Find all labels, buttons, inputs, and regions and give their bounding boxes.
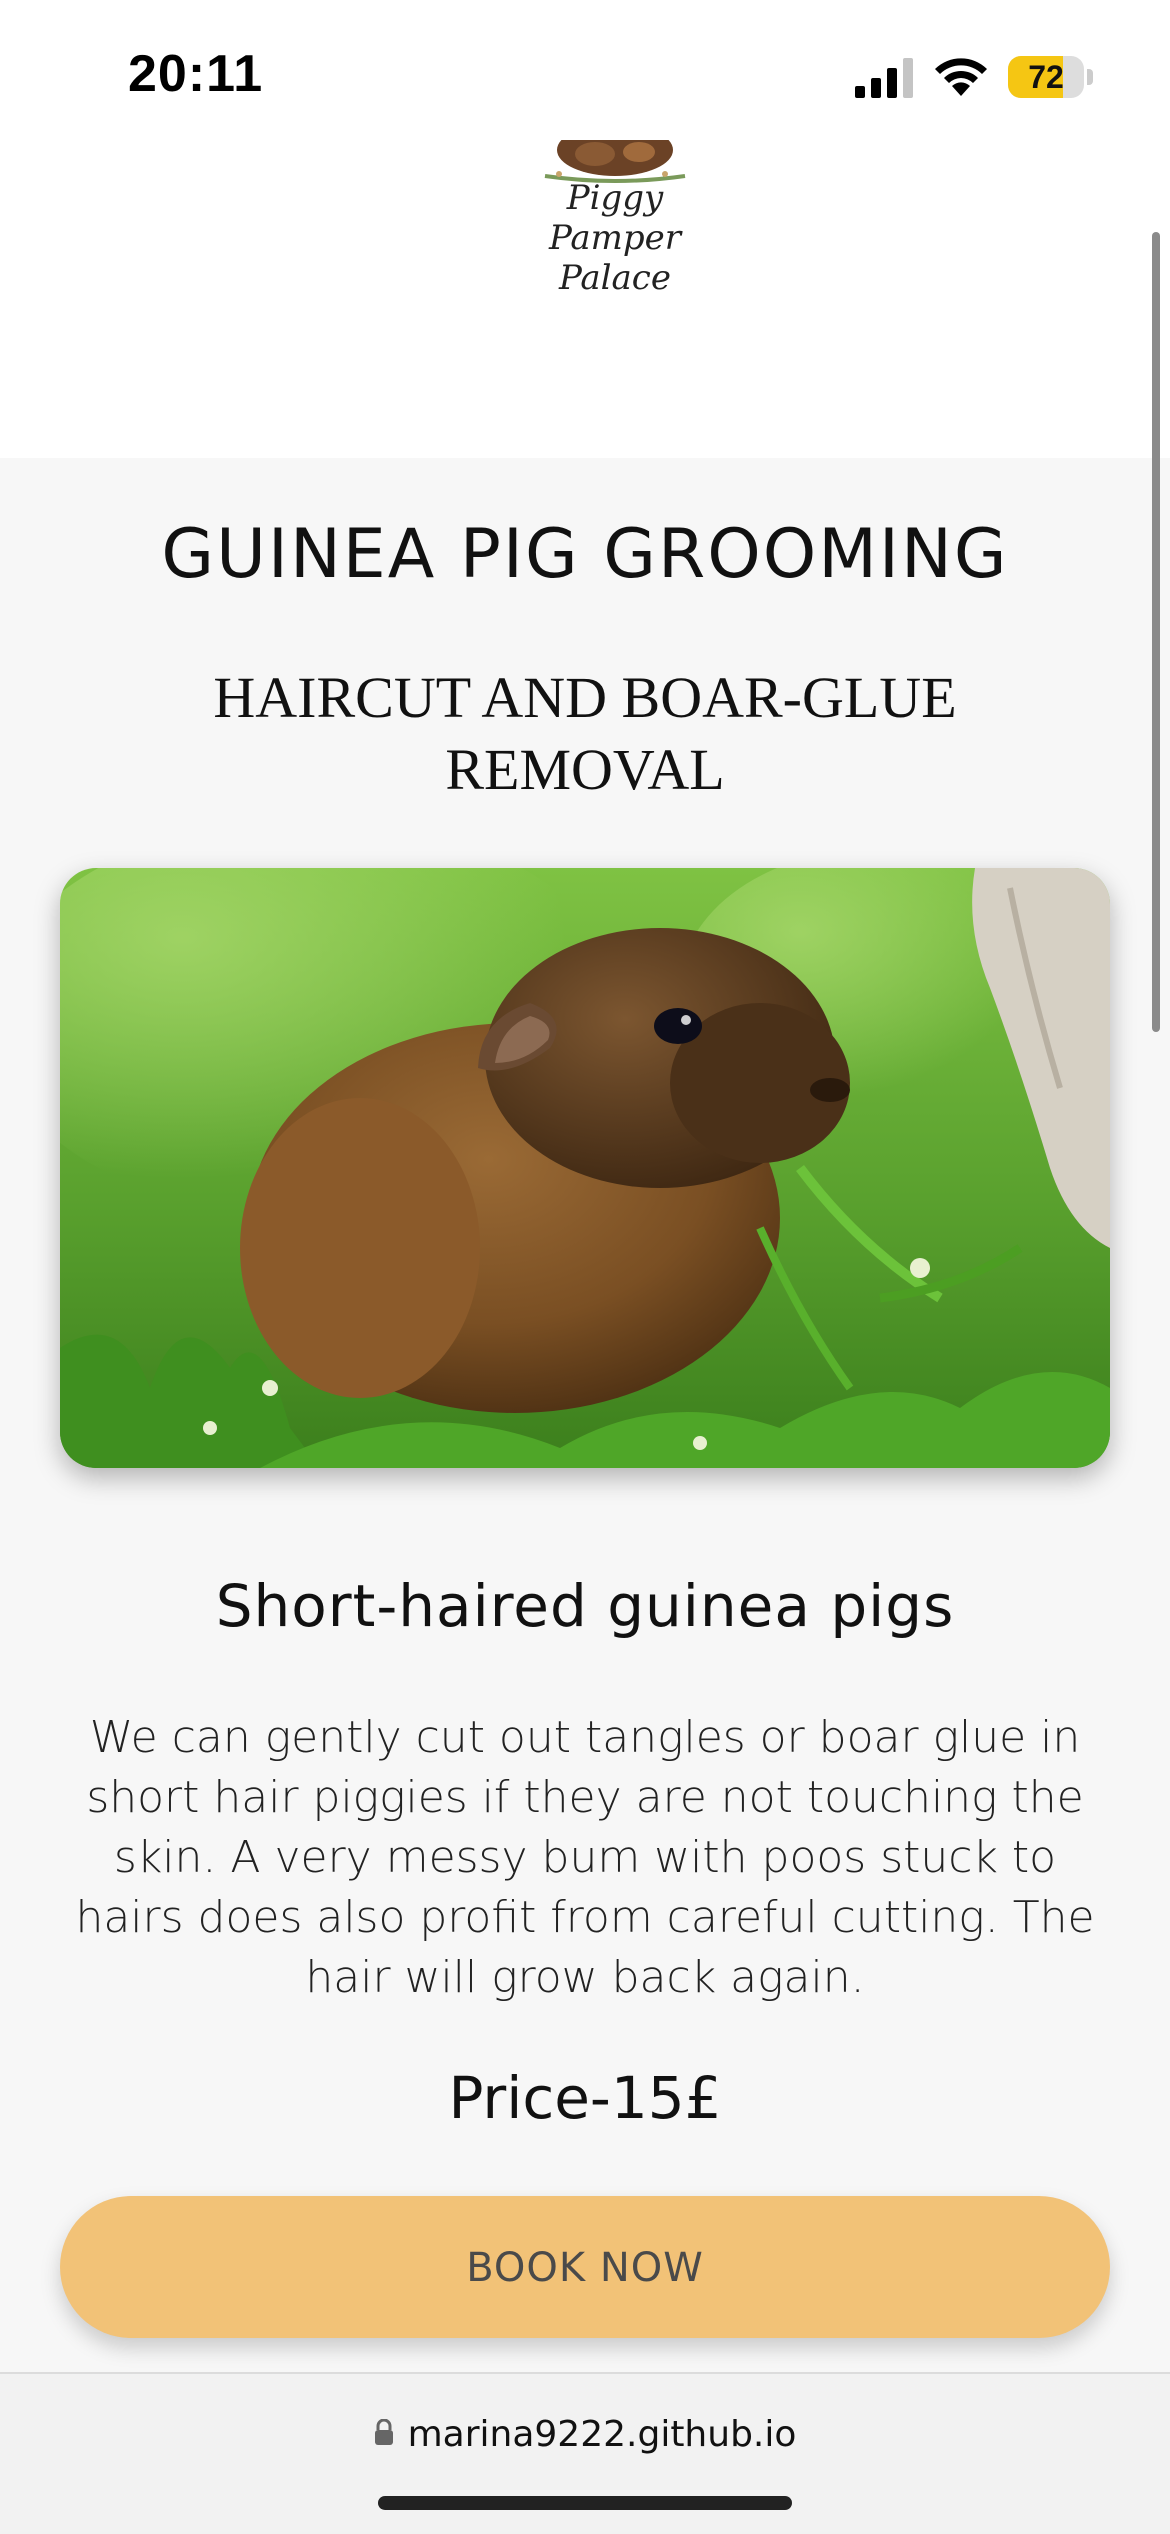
section-heading: Short-haired guinea pigs xyxy=(215,1572,955,1640)
service-description: We can gently cut out tangles or boar gl… xyxy=(75,1712,1095,2003)
status-bar: 20:11 72 xyxy=(0,0,1170,140)
battery-percent: 72 xyxy=(1028,59,1064,95)
scroll-indicator[interactable] xyxy=(1152,232,1160,1032)
logo-text: Piggy Pamper Palace xyxy=(549,178,681,298)
status-time: 20:11 xyxy=(128,45,264,103)
cellular-signal-icon xyxy=(855,58,913,98)
site-header: Piggy Pamper Palace xyxy=(0,140,1170,458)
battery-icon: 72 xyxy=(1008,56,1094,98)
page-title: GUINEA PIG GROOMING xyxy=(161,515,1009,594)
url-text: marina9222.github.io xyxy=(407,2414,797,2455)
service-price: Price-15£ xyxy=(448,2064,722,2132)
wifi-icon xyxy=(935,58,987,96)
book-now-button[interactable]: BOOK NOW xyxy=(60,2196,1110,2338)
guinea-pig-photo xyxy=(60,868,1110,1468)
home-indicator[interactable] xyxy=(378,2496,792,2510)
lock-icon xyxy=(374,2419,393,2445)
site-logo[interactable]: Piggy Pamper Palace xyxy=(505,140,725,298)
service-subtitle: HAIRCUT AND BOAR-GLUE REMOVAL xyxy=(213,665,957,802)
url-display[interactable]: marina9222.github.io xyxy=(0,2414,1170,2455)
